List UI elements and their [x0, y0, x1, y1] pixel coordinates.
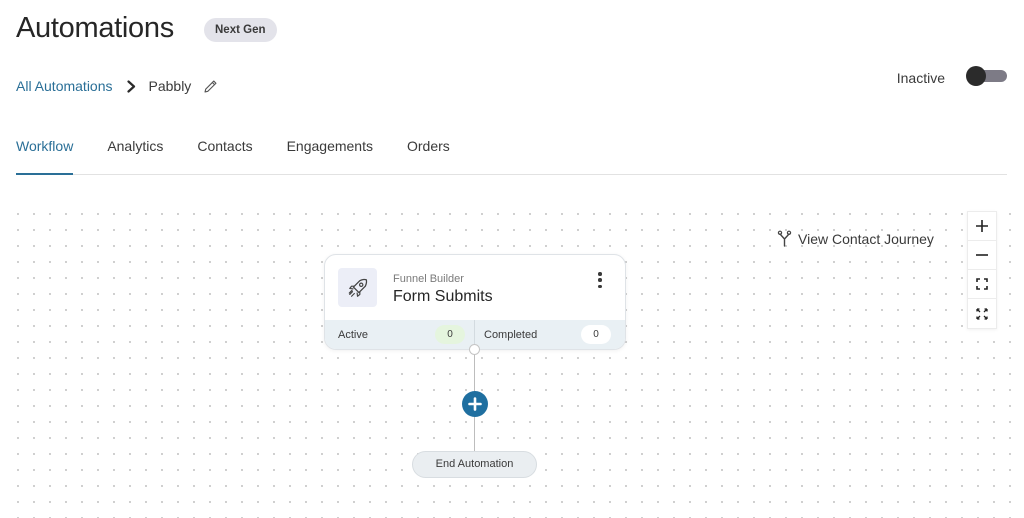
- fit-view-button[interactable]: [968, 270, 996, 299]
- next-gen-badge: Next Gen: [204, 18, 277, 42]
- toggle-knob: [966, 66, 986, 86]
- edit-name-button[interactable]: [203, 79, 218, 94]
- end-automation-node[interactable]: End Automation: [412, 451, 537, 478]
- chevron-right-icon: [126, 79, 139, 93]
- completed-count-pill: 0: [581, 325, 611, 344]
- dot: [598, 284, 602, 288]
- tab-bar: Workflow Analytics Contacts Engagements …: [16, 128, 1007, 175]
- completed-stat-label: Completed: [484, 328, 538, 341]
- dot: [598, 278, 602, 282]
- breadcrumb: All Automations Pabbly: [16, 76, 218, 96]
- completed-stat[interactable]: Completed 0: [475, 320, 625, 349]
- rocket-icon: [348, 278, 367, 297]
- tab-analytics[interactable]: Analytics: [107, 128, 163, 174]
- tab-orders[interactable]: Orders: [407, 128, 450, 174]
- trigger-node[interactable]: Funnel Builder Form Submits Active 0 Com…: [324, 254, 626, 350]
- frame-corners-icon: [976, 278, 988, 290]
- trigger-app-name: Funnel Builder: [393, 273, 464, 285]
- zoom-controls: [967, 211, 997, 329]
- plus-icon: [468, 397, 482, 411]
- dot: [598, 272, 602, 276]
- breadcrumb-all-automations-link[interactable]: All Automations: [16, 78, 113, 94]
- view-contact-journey-link[interactable]: View Contact Journey: [777, 230, 934, 247]
- trigger-app-icon-box: [338, 268, 377, 307]
- plus-icon: [976, 220, 988, 232]
- node-more-options-button[interactable]: [595, 271, 605, 289]
- tab-engagements[interactable]: Engagements: [287, 128, 373, 174]
- minus-icon: [976, 254, 988, 256]
- automation-active-toggle[interactable]: [966, 66, 1007, 86]
- page-title: Automations: [16, 12, 174, 44]
- node-output-port[interactable]: [469, 344, 480, 355]
- active-stat[interactable]: Active 0: [325, 320, 475, 349]
- breadcrumb-current: Pabbly: [148, 78, 192, 94]
- zoom-in-button[interactable]: [968, 212, 996, 241]
- zoom-out-button[interactable]: [968, 241, 996, 270]
- tab-workflow[interactable]: Workflow: [16, 128, 74, 175]
- tab-contacts[interactable]: Contacts: [197, 128, 252, 174]
- fullscreen-button[interactable]: [968, 299, 996, 328]
- fork-icon: [777, 230, 792, 247]
- trigger-title: Form Submits: [393, 288, 493, 305]
- automation-status-label: Inactive: [896, 70, 945, 86]
- add-step-button[interactable]: [462, 391, 488, 417]
- expand-arrows-icon: [976, 307, 988, 320]
- active-count-pill: 0: [435, 325, 465, 344]
- active-stat-label: Active: [338, 328, 368, 341]
- pencil-icon: [204, 80, 217, 92]
- view-contact-journey-label: View Contact Journey: [798, 230, 934, 247]
